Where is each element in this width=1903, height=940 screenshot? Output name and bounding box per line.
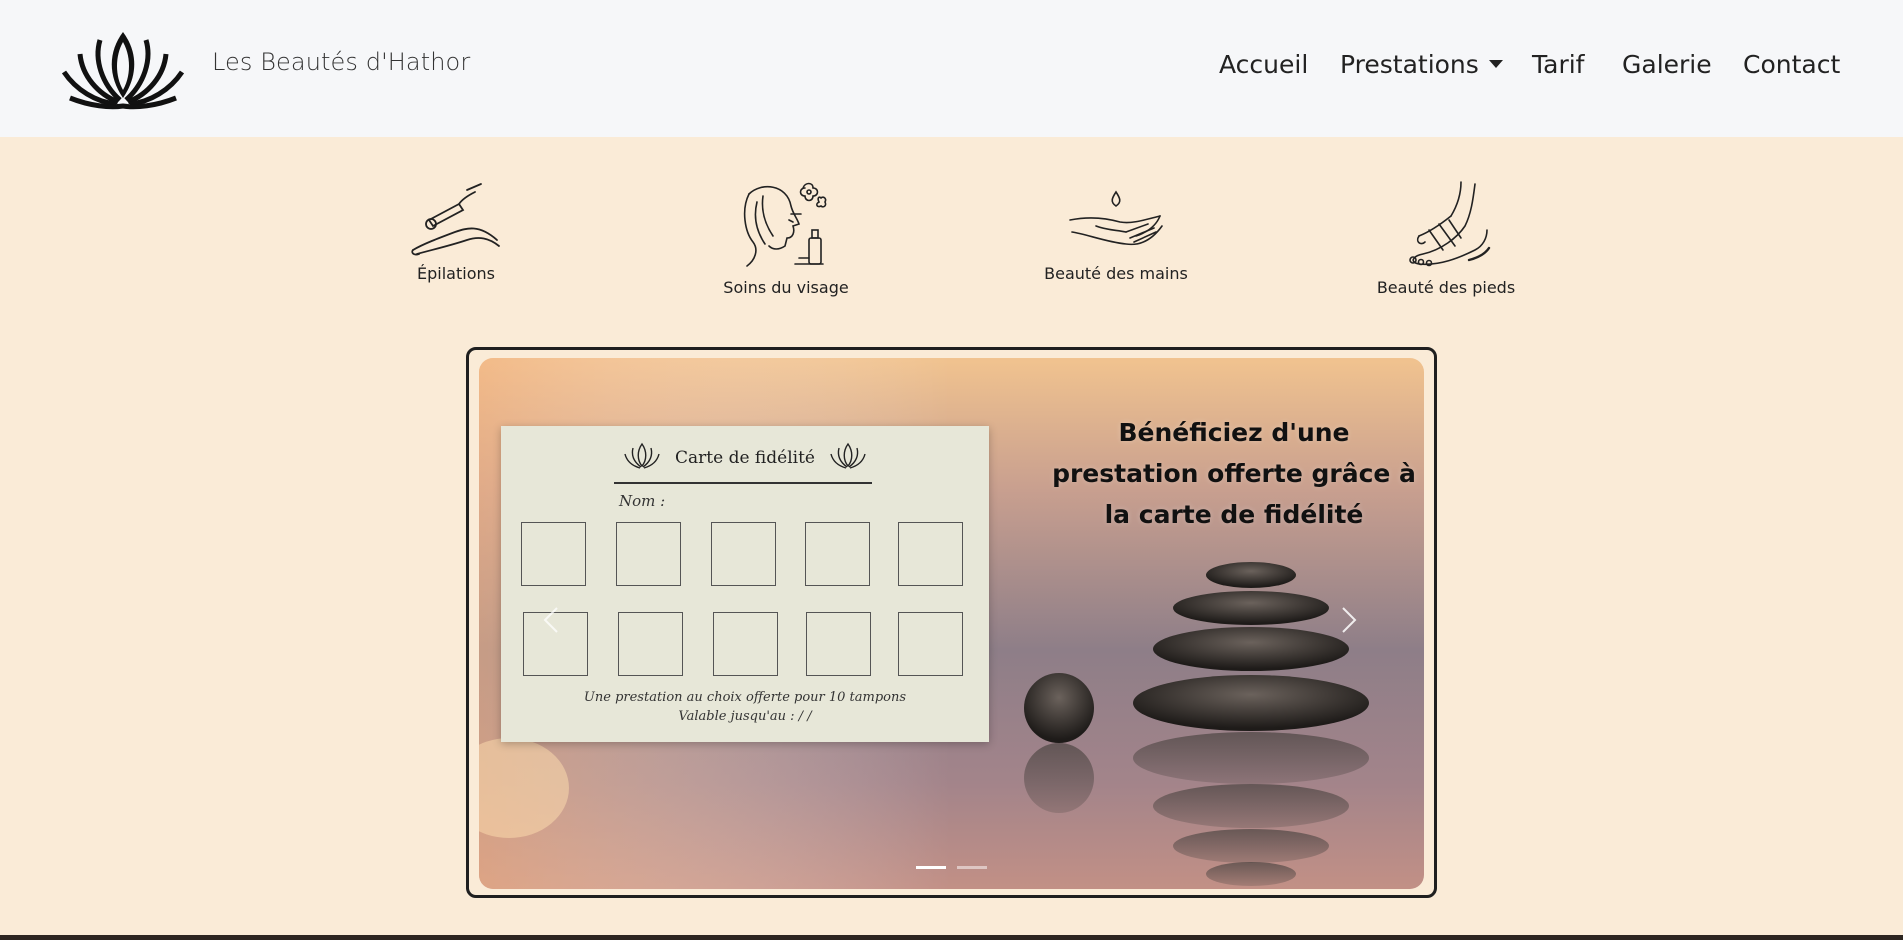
nav-link-prestations-label: Prestations [1340,50,1479,79]
carousel-indicators [479,854,1424,873]
lotus-logo-icon[interactable] [60,24,186,110]
carousel-frame: Carte de fidélité Nom : Une prestation a… [466,347,1437,898]
navbar: Les Beautés d'Hathor Accueil Prestations… [0,0,1903,137]
service-label-beaute-mains: Beauté des mains [1044,264,1188,283]
caret-down-icon [1488,60,1503,68]
loyalty-card-name-label: Nom : [619,492,666,510]
feet-icon [1409,181,1491,267]
stamp-box [898,612,963,676]
hands-icon [1069,190,1163,246]
carousel-prev-icon[interactable] [531,600,571,640]
nav-dropdown-prestations[interactable]: Prestations [1340,50,1503,79]
stamp-box [618,612,683,676]
service-label-soins-visage: Soins du visage [723,278,849,297]
stamp-box [898,522,963,586]
service-beaute-pieds[interactable]: Beauté des pieds [1356,180,1536,297]
nav-link-galerie[interactable]: Galerie [1622,50,1712,79]
loyalty-card-validity: Valable jusqu'au : / / [678,709,812,724]
stamp-box [711,522,776,586]
leg-waxing-icon [411,183,500,256]
service-soins-visage[interactable]: Soins du visage [696,180,876,297]
footer-top-edge [0,935,1903,940]
nav-link-tarif[interactable]: Tarif [1532,50,1584,79]
loyalty-card-divider [614,482,872,484]
stamp-box [616,522,681,586]
service-label-epilations: Épilations [417,264,495,283]
service-beaute-mains[interactable]: Beauté des mains [1026,180,1206,283]
brand-name[interactable]: Les Beautés d'Hathor [212,48,470,76]
loyalty-card-title: Carte de fidélité [675,448,815,468]
nav-link-contact[interactable]: Contact [1743,50,1840,79]
carousel[interactable]: Carte de fidélité Nom : Une prestation a… [479,358,1424,889]
face-care-icon [743,182,827,267]
stamp-box [806,612,871,676]
nav-link-accueil[interactable]: Accueil [1219,50,1308,79]
service-epilations[interactable]: Épilations [366,180,546,283]
service-label-beaute-pieds: Beauté des pieds [1376,278,1516,297]
carousel-next-icon[interactable] [1329,600,1369,640]
stamp-box [805,522,870,586]
slide-caption: Bénéficiez d'une prestation offerte grâc… [1052,418,1416,529]
lotus-icon [830,442,866,469]
loyalty-card: Carte de fidélité Nom : Une prestation a… [501,426,989,742]
loyalty-card-offer: Une prestation au choix offerte pour 10 … [583,690,907,705]
carousel-indicator[interactable] [915,866,946,869]
carousel-indicator[interactable] [957,866,988,869]
stamp-box [713,612,778,676]
stamp-box [521,522,586,586]
